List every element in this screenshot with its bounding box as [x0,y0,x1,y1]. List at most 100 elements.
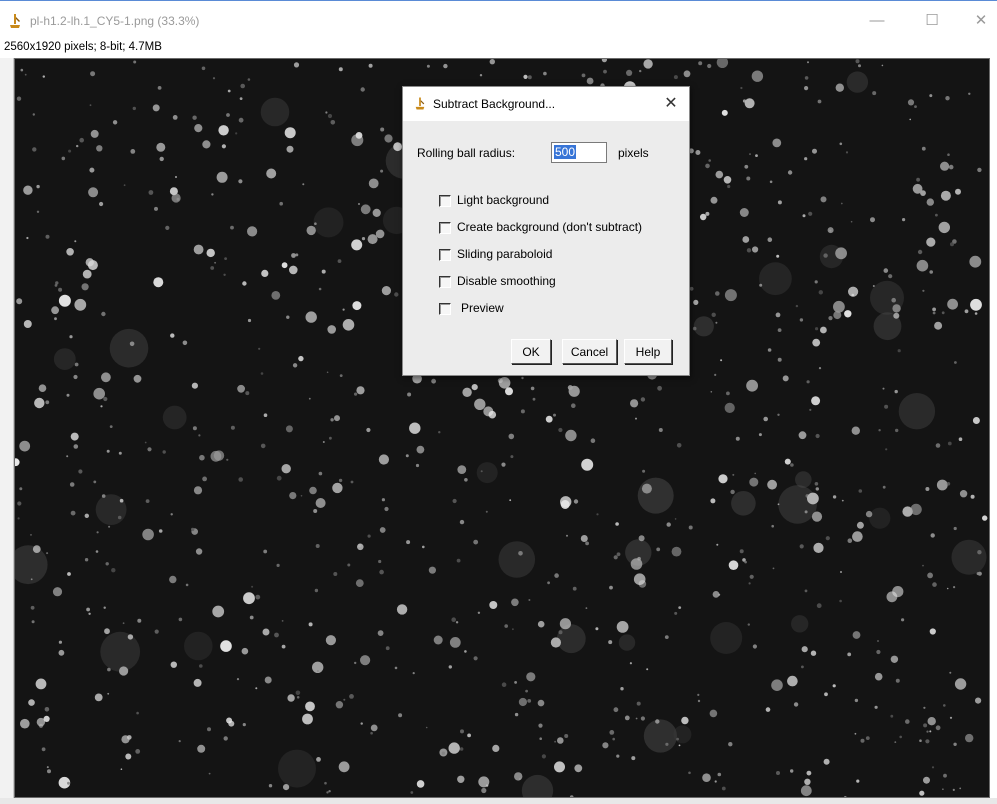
cell-speck [823,758,830,765]
cell-speck [930,533,935,538]
cell-speck [638,535,645,542]
cell-speck [26,236,29,240]
cell-speck [20,718,30,729]
cell-speck [300,495,303,497]
cell-speck [438,431,441,434]
cell-speck [501,682,507,687]
cell-speck [147,447,152,452]
cell-speck [452,744,458,750]
help-button[interactable]: Help [624,339,672,364]
cell-speck [32,147,37,152]
cell-speck [602,742,609,749]
cell-speck [574,764,583,773]
cell-speck [372,208,381,217]
cell-speck [717,772,722,777]
cell-speck [656,547,661,552]
cell-speck [815,487,819,491]
cell-speck [945,96,950,101]
cell-speck [895,678,900,683]
cell-speck [810,650,817,656]
cell-speck [858,64,861,68]
cell-speck [609,585,613,590]
cell-speck [514,772,523,781]
cell-speck [23,185,33,195]
cell-speck [74,240,77,243]
cell-speck [46,552,49,555]
dialog-close-icon[interactable]: ✕ [659,93,683,115]
cell-speck [925,739,930,744]
cell-speck [714,373,717,376]
cell-speck [720,359,723,362]
cell-speck [776,254,780,258]
cell-speck [464,478,468,482]
cell-speck [101,372,111,383]
cell-speck [820,326,827,334]
cell-speck [804,589,808,593]
cell-speck [947,441,952,446]
cell-speck [426,64,430,68]
cell-cluster [778,485,817,524]
cell-speck [958,437,963,442]
window-bottom-edge [0,798,997,804]
cell-speck [30,534,32,536]
checkbox-box[interactable] [439,249,451,261]
cell-speck [368,178,379,189]
cell-speck [17,501,22,506]
cell-cluster [100,631,141,672]
cell-speck [67,572,71,576]
checkbox-box[interactable] [439,195,451,207]
cell-speck [66,248,74,256]
maximize-button[interactable]: ☐ [917,9,947,33]
cell-speck [148,190,154,195]
cell-speck [629,662,633,665]
cell-speck [833,311,842,320]
cell-speck [378,559,382,564]
cell-speck [799,318,804,322]
close-window-button[interactable]: ✕ [966,9,996,33]
cell-speck [249,615,254,620]
cell-speck [88,612,91,615]
cell-speck [715,321,718,324]
cell-speck [255,687,258,690]
cell-speck [752,644,758,649]
cell-speck [630,558,643,570]
rolling-ball-radius-input[interactable]: 500 [551,142,607,163]
window-titlebar[interactable]: pl-h1.2-lh.1_CY5-1.png (33.3%) — ☐ ✕ [0,0,997,40]
cell-speck [688,525,693,530]
cell-speck [883,268,889,273]
dialog-titlebar[interactable]: Subtract Background... ✕ [403,87,689,121]
cell-speck [813,542,824,553]
cell-speck [70,432,79,441]
cell-speck [970,260,974,263]
cell-speck [44,707,50,712]
cell-speck [412,672,415,675]
cell-speck [935,213,938,217]
cell-speck [325,635,336,646]
cell-speck [976,572,980,576]
cell-speck [917,249,923,255]
cell-speck [832,684,836,688]
cell-speck [230,225,234,230]
cell-speck [841,499,844,502]
cell-speck [705,211,710,216]
cell-speck [271,291,281,300]
cancel-button[interactable]: Cancel [562,339,617,364]
cell-speck [264,676,272,684]
checkbox-box[interactable] [439,276,451,288]
ok-button[interactable]: OK [511,339,551,364]
cell-speck [926,237,936,247]
checkbox-box[interactable] [439,222,451,234]
cell-cluster [109,328,149,368]
cell-speck [90,129,99,138]
cell-speck [79,137,84,143]
checkbox-box[interactable] [439,303,451,315]
minimize-button[interactable]: — [862,9,892,33]
cell-speck [609,730,615,735]
cell-speck [940,190,951,201]
cell-speck [82,269,92,279]
cell-speck [683,70,691,78]
cell-speck [73,444,79,449]
cell-speck [603,69,607,74]
cell-speck [550,637,562,648]
cell-speck [191,527,195,532]
